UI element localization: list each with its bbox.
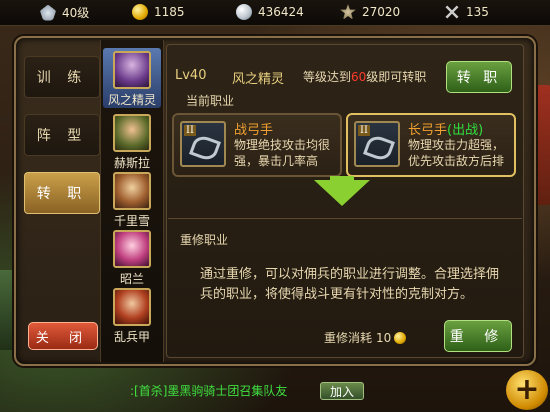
rebuild-description: 通过重修，可以对佣兵的职业进行调整。合理选择佣兵的职业，将使得战斗更有针对性的克… — [200, 267, 500, 302]
requirement-level: 60 — [351, 70, 367, 84]
honor-icon — [340, 4, 356, 20]
cost-value: 10 — [376, 330, 392, 345]
rebuild-cost: 重修消耗 10 — [324, 329, 407, 346]
hero-item-wind-spirit[interactable]: 风之精灵 — [103, 48, 161, 108]
menu-item-training[interactable]: 训 练 — [24, 56, 100, 98]
battle-display: 135 — [444, 4, 489, 20]
level-display: 40级 — [40, 4, 89, 21]
cost-label: 重修消耗 — [324, 331, 373, 345]
job-description: 物理绝技攻击均很强，暴击几率高 — [234, 138, 331, 168]
bow-shape — [363, 133, 395, 163]
hero-name: 风之精灵 — [107, 93, 156, 107]
swords-icon — [444, 4, 460, 20]
silver-display: 436424 — [236, 4, 304, 20]
transfer-button[interactable]: 转 职 — [446, 61, 512, 93]
resource-bar: 40级 1185 436424 27020 135 — [0, 0, 550, 26]
hero-item[interactable]: 乱兵甲 — [106, 288, 158, 345]
hero-level: Lv40 — [175, 68, 207, 83]
requirement-prefix: 等级达到 — [303, 70, 352, 84]
job-name: 战弓手 — [234, 123, 274, 138]
battle-value: 135 — [466, 5, 489, 19]
level-value: 40级 — [62, 6, 90, 20]
hero-item[interactable]: 赫斯拉 — [106, 114, 158, 171]
menu-item-formation[interactable]: 阵 型 — [24, 114, 100, 156]
hero-title: 风之精灵 — [232, 72, 285, 87]
job-name: 长弓手 — [408, 123, 448, 138]
menu-item-label: 阵 型 — [36, 128, 88, 144]
silver-value: 436424 — [258, 5, 304, 19]
menu-item-job-transfer[interactable]: 转 职 — [24, 172, 100, 214]
hero-portrait — [113, 230, 151, 268]
job-card-war-archer[interactable]: II 战弓手 物理绝技攻击均很强，暴击几率高 — [172, 113, 342, 177]
job-title: 战弓手 — [234, 119, 273, 138]
transfer-requirement: 等级达到60级即可转职 — [303, 68, 426, 85]
down-arrow-icon — [314, 180, 370, 206]
gold-coin-icon — [394, 331, 407, 344]
silver-coin-icon — [236, 4, 252, 20]
rebuild-button[interactable]: 重 修 — [444, 320, 512, 352]
honor-display: 27020 — [340, 4, 400, 20]
section-divider — [168, 218, 522, 219]
menu-item-label: 转 职 — [36, 186, 88, 202]
honor-value: 27020 — [362, 5, 401, 19]
rank-badge: II — [358, 125, 370, 136]
side-menu: 训 练 阵 型 转 职 — [24, 56, 100, 230]
hero-name: 昭兰 — [119, 272, 144, 286]
job-description: 物理攻击力超强，优先攻击敌方后排 — [408, 138, 505, 168]
level-icon — [40, 4, 56, 21]
hero-item[interactable]: 千里雪 — [106, 172, 158, 229]
current-job-heading: 当前职业 — [186, 94, 235, 108]
hero-portrait — [113, 51, 151, 89]
gold-coin-icon — [132, 4, 148, 20]
rebuild-job-heading: 重修职业 — [180, 233, 229, 247]
plus-icon[interactable]: + — [506, 370, 548, 410]
requirement-suffix: 级即可转职 — [366, 70, 427, 84]
hero-name: 赫斯拉 — [113, 156, 150, 170]
job-card-longbow-archer[interactable]: II 长弓手(出战) 物理攻击力超强，优先攻击敌方后排 — [346, 113, 516, 177]
rank-badge: II — [184, 125, 196, 136]
bow-icon: II — [180, 121, 226, 167]
hero-item[interactable]: 昭兰 — [106, 230, 158, 287]
background-scenery-left — [0, 270, 14, 350]
bow-icon: II — [354, 121, 400, 167]
hero-portrait — [113, 114, 151, 152]
close-button[interactable]: 关 闭 — [28, 322, 98, 350]
hero-name: 乱兵甲 — [113, 330, 150, 344]
gold-value: 1185 — [154, 5, 185, 19]
job-title: 长弓手(出战) — [408, 119, 483, 138]
gold-display: 1185 — [132, 4, 185, 20]
hero-portrait — [113, 288, 151, 326]
hero-name: 千里雪 — [113, 214, 150, 228]
menu-item-label: 训 练 — [36, 70, 88, 86]
bow-shape — [189, 133, 221, 163]
hero-portrait — [113, 172, 151, 210]
active-tag: (出战) — [447, 123, 484, 138]
join-button[interactable]: 加入 — [320, 382, 364, 400]
chat-message[interactable]: :[首杀]墨黑驹骑士团召集队友 — [130, 382, 287, 399]
